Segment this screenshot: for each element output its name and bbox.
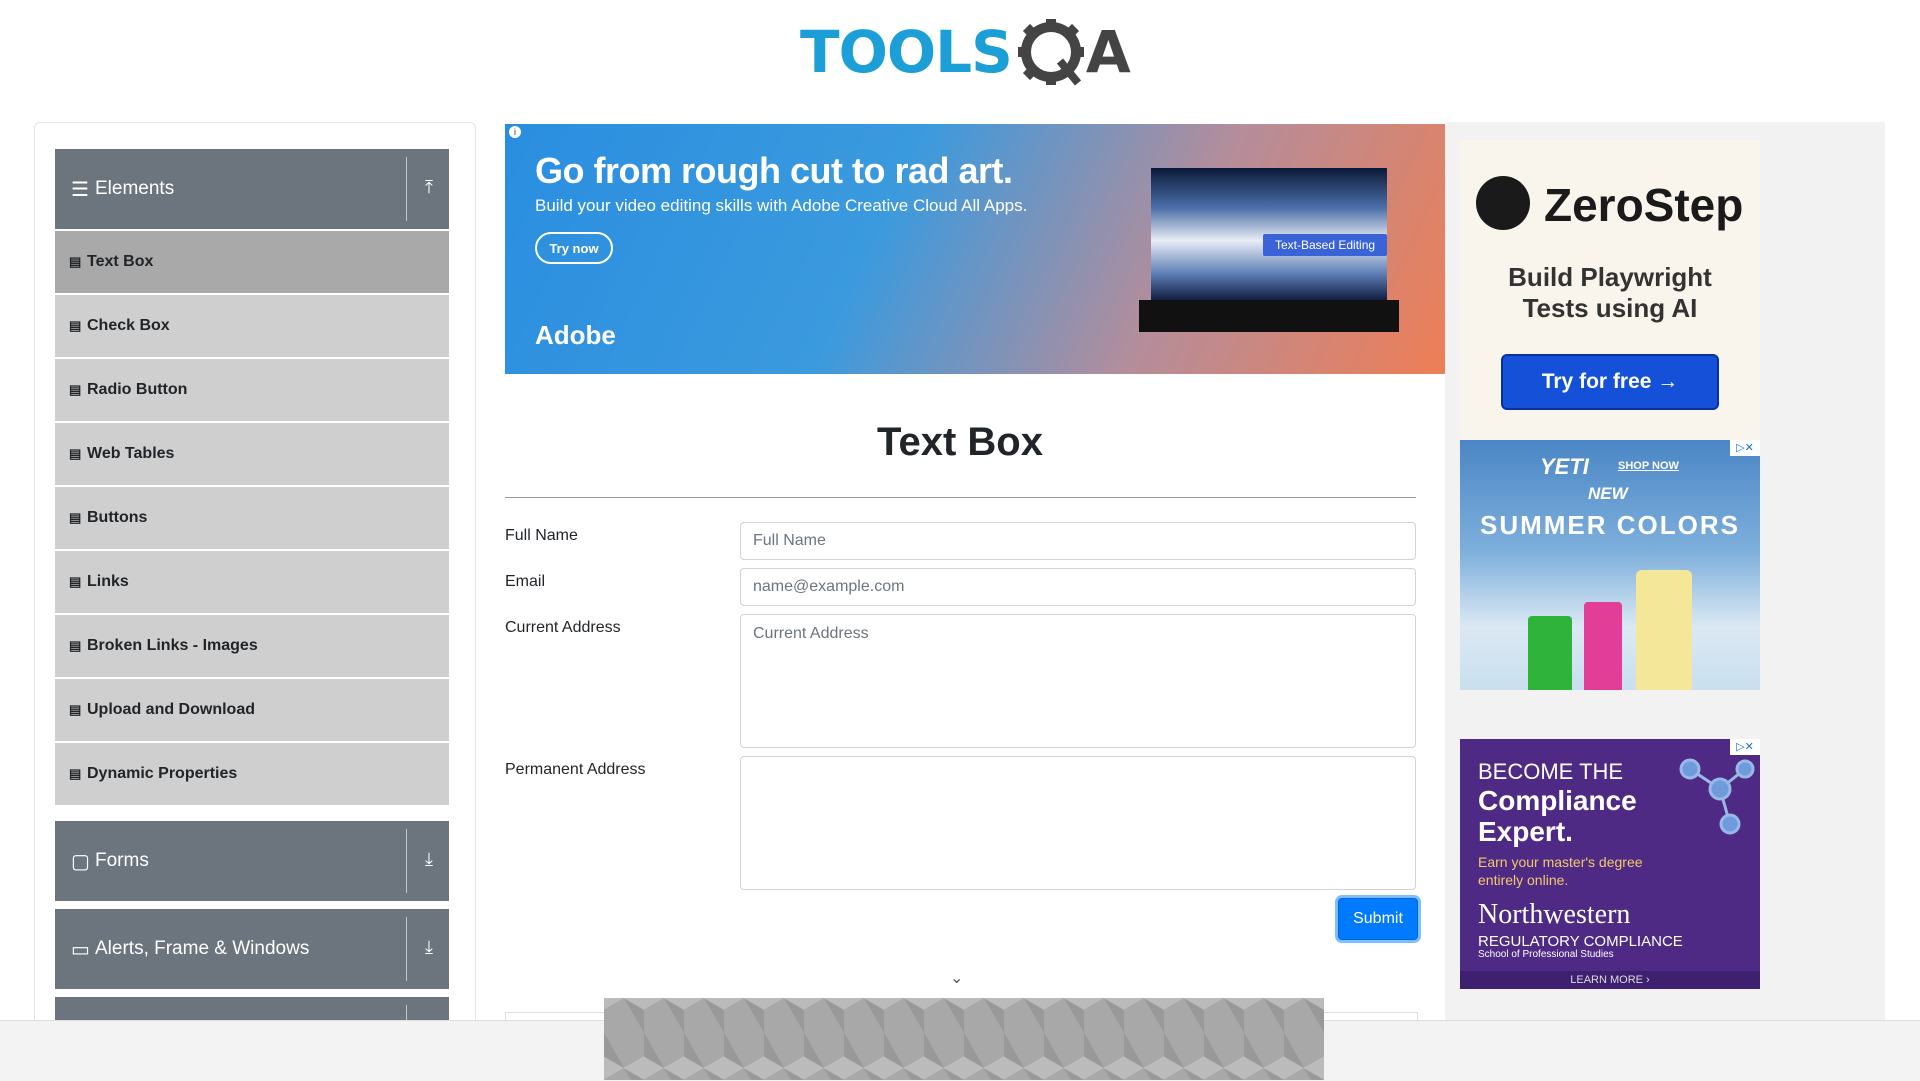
logo-text-qa: A bbox=[1016, 17, 1131, 87]
sidebar-item-links[interactable]: ▤ Links bbox=[55, 551, 449, 613]
full-name-label: Full Name bbox=[505, 527, 578, 544]
yeti-logo: YETI bbox=[1540, 454, 1589, 479]
banner-try-now-button[interactable]: Try now bbox=[535, 232, 613, 264]
window-icon: ▭ bbox=[71, 938, 90, 961]
html-icon: ▤ bbox=[69, 574, 82, 589]
group-elements[interactable]: ☰ Elements ⤒ bbox=[55, 149, 449, 229]
nw-program: REGULATORY COMPLIANCE bbox=[1478, 933, 1683, 950]
sidebar-item-dynamic-properties[interactable]: ▤ Dynamic Properties bbox=[55, 743, 449, 805]
current-address-textarea[interactable]: Current Address bbox=[740, 614, 1416, 748]
sidebar-item-label: Upload and Download bbox=[87, 701, 255, 718]
group-separator bbox=[406, 157, 407, 221]
html-icon: ▤ bbox=[69, 446, 82, 461]
nw-line2: Compliance bbox=[1478, 785, 1637, 816]
group-label: Alerts, Frame & Windows bbox=[95, 938, 310, 959]
sidebar-item-broken-links[interactable]: ▤ Broken Links - Images bbox=[55, 615, 449, 677]
nw-subtext: Earn your master's degree entirely onlin… bbox=[1478, 854, 1643, 888]
group-label: Elements bbox=[95, 178, 175, 199]
sidebar-item-label: Text Box bbox=[87, 253, 154, 270]
permanent-address-label: Permanent Address bbox=[505, 761, 646, 778]
sidebar-item-buttons[interactable]: ▤ Buttons bbox=[55, 487, 449, 549]
sidebar-item-web-tables[interactable]: ▤ Web Tables bbox=[55, 423, 449, 485]
yeti-headline: SUMMER COLORS bbox=[1480, 510, 1740, 540]
collapse-arrow-icon[interactable]: ⤒ bbox=[417, 177, 441, 201]
permanent-address-textarea[interactable] bbox=[740, 756, 1416, 890]
banner-tag: Text-Based Editing bbox=[1263, 234, 1388, 256]
banner-timeline-bar bbox=[1139, 300, 1399, 332]
sidebar-item-label: Dynamic Properties bbox=[87, 765, 238, 782]
hamburger-icon: ☰ bbox=[71, 178, 89, 201]
chevron-down-icon[interactable]: ⌄ bbox=[950, 968, 963, 988]
group-label: Forms bbox=[95, 850, 149, 871]
current-address-label: Current Address bbox=[505, 619, 621, 636]
expand-arrow-icon[interactable]: ⤓ bbox=[417, 937, 441, 961]
pink-bottle-image bbox=[1584, 602, 1622, 690]
zerostep-try-button[interactable]: Try for free → bbox=[1501, 354, 1719, 410]
adobe-logo: Adobe bbox=[535, 320, 616, 350]
gear-q-icon bbox=[1017, 19, 1084, 86]
logo-text-tools: TOOLS bbox=[800, 18, 1013, 86]
northwestern-ad[interactable]: ▷✕ BECOME THE Compliance Expert. Earn yo… bbox=[1460, 739, 1760, 989]
zerostep-text-line2: Tests using AI bbox=[1522, 293, 1698, 323]
group-separator bbox=[406, 829, 407, 893]
email-label: Email bbox=[505, 573, 546, 590]
zerostep-brand: ZeroStep bbox=[1544, 179, 1744, 231]
page-title: Text Box bbox=[877, 420, 1043, 464]
sidebar-item-label: Radio Button bbox=[87, 381, 188, 398]
sidebar-item-check-box[interactable]: ▤ Check Box bbox=[55, 295, 449, 357]
nw-headline: Compliance Expert. bbox=[1478, 785, 1637, 847]
submit-button[interactable]: Submit bbox=[1338, 898, 1418, 940]
sidebar-item-label: Check Box bbox=[87, 317, 170, 334]
header: TOOLS A bbox=[0, 0, 1920, 100]
yeti-shop-now-link[interactable]: SHOP NOW bbox=[1618, 460, 1679, 472]
sidebar-item-label: Broken Links - Images bbox=[87, 637, 258, 654]
form-icon: ▢ bbox=[71, 850, 90, 873]
full-name-input[interactable]: Full Name bbox=[740, 522, 1416, 560]
footer-ad[interactable] bbox=[604, 998, 1324, 1080]
yellow-mug-image bbox=[1636, 570, 1692, 690]
ad-choices-icon[interactable]: ▷✕ bbox=[1730, 440, 1760, 456]
zerostep-logo-icon bbox=[1476, 176, 1530, 230]
banner-title: Go from rough cut to rad art. bbox=[535, 150, 1013, 191]
email-input[interactable]: name@example.com bbox=[740, 568, 1416, 606]
html-icon: ▤ bbox=[69, 254, 82, 269]
title-divider bbox=[505, 497, 1416, 498]
adobe-banner-ad[interactable]: i Go from rough cut to rad art. Build yo… bbox=[505, 124, 1445, 374]
sidebar: ☰ Elements ⤒ ▤ Text Box ▤ Check Box ▤ Radio… bbox=[34, 122, 476, 1044]
html-icon: ▤ bbox=[69, 510, 82, 525]
group-forms[interactable]: ▢ Forms ⤓ bbox=[55, 821, 449, 901]
nw-line3: Expert. bbox=[1478, 816, 1573, 847]
html-icon: ▤ bbox=[69, 638, 82, 653]
nw-learn-more-link[interactable]: LEARN MORE › bbox=[1460, 971, 1760, 989]
banner-subtitle: Build your video editing skills with Ado… bbox=[535, 196, 1028, 215]
sidebar-item-upload-download[interactable]: ▤ Upload and Download bbox=[55, 679, 449, 741]
northwestern-logo: Northwestern bbox=[1478, 899, 1631, 930]
group-separator bbox=[406, 917, 407, 981]
toolsqa-logo[interactable]: TOOLS A bbox=[800, 14, 1131, 90]
expand-arrow-icon[interactable]: ⤓ bbox=[417, 849, 441, 873]
html-icon: ▤ bbox=[69, 702, 82, 717]
group-alerts-frames-windows[interactable]: ▭ Alerts, Frame & Windows ⤓ bbox=[55, 909, 449, 989]
zerostep-text: Build Playwright Tests using AI bbox=[1460, 262, 1760, 324]
sidebar-item-radio-button[interactable]: ▤ Radio Button bbox=[55, 359, 449, 421]
sidebar-item-label: Web Tables bbox=[87, 445, 175, 462]
green-tumbler-image bbox=[1528, 616, 1572, 690]
html-icon: ▤ bbox=[69, 318, 82, 333]
sidebar-item-label: Links bbox=[87, 573, 129, 590]
nw-school: School of Professional Studies bbox=[1478, 949, 1614, 960]
zerostep-text-line1: Build Playwright bbox=[1508, 262, 1712, 292]
html-icon: ▤ bbox=[69, 382, 82, 397]
html-icon: ▤ bbox=[69, 766, 82, 781]
zerostep-ad[interactable]: ZeroStep Build Playwright Tests using AI… bbox=[1460, 140, 1760, 440]
sidebar-item-text-box[interactable]: ▤ Text Box bbox=[55, 231, 449, 293]
logo-letter-a: A bbox=[1085, 18, 1131, 86]
molecule-icon bbox=[1679, 758, 1755, 835]
yeti-new-label: NEW bbox=[1588, 484, 1628, 503]
sidebar-item-label: Buttons bbox=[87, 509, 148, 526]
ad-info-icon[interactable]: i bbox=[509, 126, 521, 138]
yeti-ad[interactable]: ▷✕ YETI SHOP NOW NEW SUMMER COLORS bbox=[1460, 440, 1760, 690]
nw-line1: BECOME THE bbox=[1478, 759, 1624, 784]
